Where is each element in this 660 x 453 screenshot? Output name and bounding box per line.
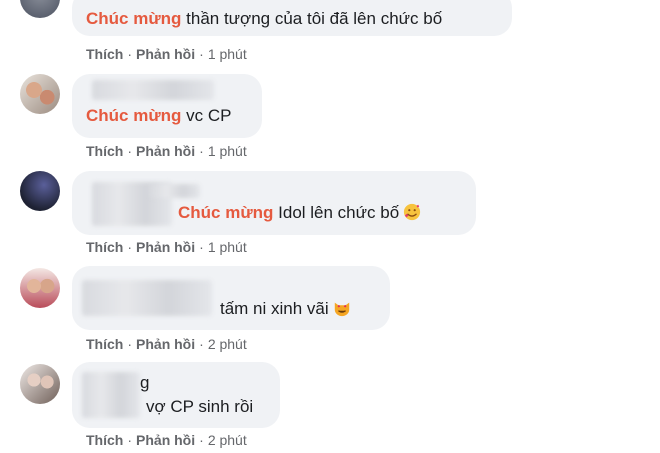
separator: · — [127, 432, 133, 448]
separator: · — [127, 336, 133, 352]
tag-text[interactable]: Chúc mừng — [86, 106, 181, 125]
tag-text[interactable]: Chúc mừng — [86, 9, 181, 28]
like-button[interactable]: Thích — [86, 336, 123, 352]
comment-actions: Thích · Phản hồi · 2 phút — [86, 432, 247, 448]
timestamp[interactable]: 2 phút — [208, 336, 247, 352]
comment-body: thần tượng của tôi đã lên chức bố — [181, 9, 443, 28]
smiling-face-with-hearts-icon — [404, 203, 421, 221]
comment-text: Chúc mừng vc CP — [86, 105, 231, 127]
reply-button[interactable]: Phản hồi — [136, 432, 195, 448]
comment-actions: Thích · Phản hồi · 1 phút — [86, 46, 247, 62]
comment-actions: Thích · Phản hồi · 1 phút — [86, 239, 247, 255]
author-name-blurred — [82, 280, 212, 316]
comment-actions: Thích · Phản hồi · 2 phút — [86, 336, 247, 352]
reply-button[interactable]: Phản hồi — [136, 46, 195, 62]
avatar[interactable] — [20, 268, 60, 308]
avatar[interactable] — [20, 171, 60, 211]
comment-text: Chúc mừng thần tượng của tôi đã lên chức… — [86, 8, 442, 30]
avatar[interactable] — [20, 364, 60, 404]
separator: · — [127, 239, 133, 255]
author-name-blurred — [82, 372, 140, 418]
tag-text[interactable]: Chúc mừng — [178, 203, 273, 222]
timestamp[interactable]: 1 phút — [208, 46, 247, 62]
timestamp[interactable]: 2 phút — [208, 432, 247, 448]
separator: · — [127, 143, 133, 159]
comment-text-line1: g — [140, 372, 149, 394]
separator: · — [199, 432, 204, 448]
separator: · — [127, 46, 133, 62]
separator: · — [199, 336, 204, 352]
like-button[interactable]: Thích — [86, 239, 123, 255]
comment-text: tấm ni xinh vãi — [220, 298, 351, 320]
reply-button[interactable]: Phản hồi — [136, 239, 195, 255]
separator: · — [199, 143, 204, 159]
smiling-cat-heart-eyes-icon — [334, 302, 349, 317]
comment-body: tấm ni xinh vãi — [220, 299, 329, 318]
timestamp[interactable]: 1 phút — [208, 239, 247, 255]
comment-body: g — [140, 373, 150, 392]
comment-actions: Thích · Phản hồi · 1 phút — [86, 143, 247, 159]
comment-body: vc CP — [181, 106, 232, 125]
like-button[interactable]: Thích — [86, 46, 123, 62]
author-name-blurred — [92, 80, 214, 100]
comment-body: vợ CP sinh rồi — [146, 397, 254, 416]
avatar[interactable] — [20, 0, 60, 18]
separator: · — [199, 46, 204, 62]
separator: · — [199, 239, 204, 255]
like-button[interactable]: Thích — [86, 143, 123, 159]
comment-text: Chúc mừng Idol lên chức bố — [178, 202, 421, 224]
comment-body: Idol lên chức bố — [273, 203, 400, 222]
like-button[interactable]: Thích — [86, 432, 123, 448]
reply-button[interactable]: Phản hồi — [136, 143, 195, 159]
timestamp[interactable]: 1 phút — [208, 143, 247, 159]
avatar[interactable] — [20, 74, 60, 114]
author-name-blurred — [150, 184, 200, 198]
reply-button[interactable]: Phản hồi — [136, 336, 195, 352]
comment-text: vợ CP sinh rồi — [146, 396, 253, 418]
